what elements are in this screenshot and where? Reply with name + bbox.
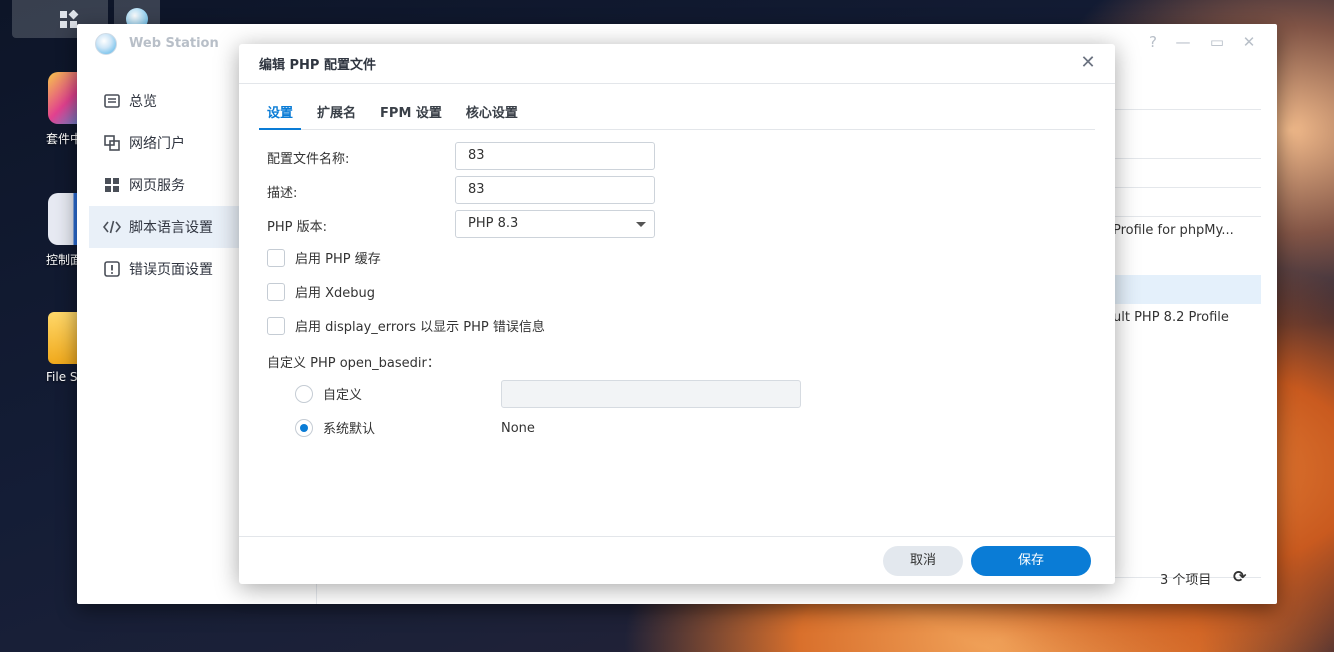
dialog-title: 编辑 PHP 配置文件	[259, 58, 376, 73]
php-version-value: PHP 8.3	[468, 216, 519, 231]
system-default-value: None	[501, 421, 535, 436]
display-errors-checkbox[interactable]	[267, 316, 285, 335]
table-cell-profile: Profile for phpMy...	[1113, 223, 1234, 238]
chevron-down-icon	[636, 222, 646, 227]
enable-cache-label: 启用 PHP 缓存	[295, 252, 381, 267]
system-default-label: 系统默认	[323, 422, 376, 437]
maximize-icon[interactable]: ▭	[1209, 34, 1225, 50]
webstation-logo-icon	[95, 33, 117, 55]
item-count: 3 个项目	[1160, 573, 1212, 588]
list-divider	[1113, 109, 1261, 110]
php-version-label: PHP 版本:	[267, 220, 327, 235]
refresh-icon[interactable]: ⟳	[1233, 567, 1246, 586]
system-default-radio[interactable]	[295, 418, 313, 437]
selected-table-row[interactable]	[1113, 275, 1261, 304]
enable-xdebug-label: 启用 Xdebug	[295, 286, 376, 301]
code-icon	[103, 218, 121, 236]
apps-grid-icon	[59, 9, 79, 30]
list-divider	[1113, 158, 1261, 159]
profile-name-field[interactable]: 83	[455, 142, 655, 170]
display-errors-row[interactable]: 启用 display_errors 以显示 PHP 错误信息	[267, 316, 545, 335]
enable-xdebug-checkbox[interactable]	[267, 282, 285, 301]
dialog-tabs: 设置 扩展名 FPM 设置 核心设置	[259, 96, 1095, 130]
edit-php-profile-dialog: 编辑 PHP 配置文件 ✕ 设置 扩展名 FPM 设置 核心设置 配置文件名称:…	[239, 44, 1115, 584]
enable-xdebug-row[interactable]: 启用 Xdebug	[267, 282, 375, 301]
description-field[interactable]: 83	[455, 176, 655, 204]
enable-cache-row[interactable]: 启用 PHP 缓存	[267, 248, 381, 267]
open-basedir-label: 自定义 PHP open_basedir：	[267, 356, 440, 371]
cancel-button[interactable]: 取消	[883, 546, 963, 576]
tab-extensions[interactable]: 扩展名	[309, 96, 364, 130]
sidebar-item-label: 网页服务	[129, 178, 185, 194]
system-default-option[interactable]: 系统默认	[295, 418, 375, 437]
close-icon[interactable]: ✕	[1079, 54, 1097, 72]
enable-cache-checkbox[interactable]	[267, 248, 285, 267]
custom-radio[interactable]	[295, 384, 313, 403]
tab-fpm-settings[interactable]: FPM 设置	[372, 96, 450, 130]
tab-core-settings[interactable]: 核心设置	[458, 96, 526, 130]
close-icon[interactable]: ✕	[1241, 34, 1257, 50]
help-icon[interactable]: ?	[1145, 34, 1161, 50]
custom-basedir-option[interactable]: 自定义	[295, 384, 362, 403]
description-label: 描述:	[267, 186, 298, 201]
profile-name-label: 配置文件名称:	[267, 152, 350, 167]
portal-icon	[103, 134, 121, 152]
overview-icon	[103, 92, 121, 110]
sidebar-item-label: 总览	[129, 94, 157, 110]
list-divider	[1113, 216, 1261, 217]
services-icon	[103, 176, 121, 194]
custom-radio-label: 自定义	[323, 388, 363, 403]
sidebar-item-label: 网络门户	[129, 136, 185, 152]
php-version-select[interactable]: PHP 8.3	[455, 210, 655, 238]
list-divider	[1113, 187, 1261, 188]
sidebar-item-label: 错误页面设置	[129, 262, 213, 278]
save-button[interactable]: 保存	[971, 546, 1091, 576]
display-errors-label: 启用 display_errors 以显示 PHP 错误信息	[295, 320, 545, 335]
custom-basedir-input	[501, 380, 801, 408]
minimize-icon[interactable]: —	[1175, 34, 1191, 50]
sidebar-item-label: 脚本语言设置	[129, 220, 213, 236]
error-page-icon	[103, 260, 121, 278]
table-cell-profile: ult PHP 8.2 Profile	[1113, 310, 1229, 325]
dialog-header: 编辑 PHP 配置文件	[239, 44, 1115, 84]
tab-settings[interactable]: 设置	[259, 96, 302, 130]
window-title: Web Station	[129, 36, 219, 51]
dialog-footer: 取消 保存	[239, 536, 1115, 584]
